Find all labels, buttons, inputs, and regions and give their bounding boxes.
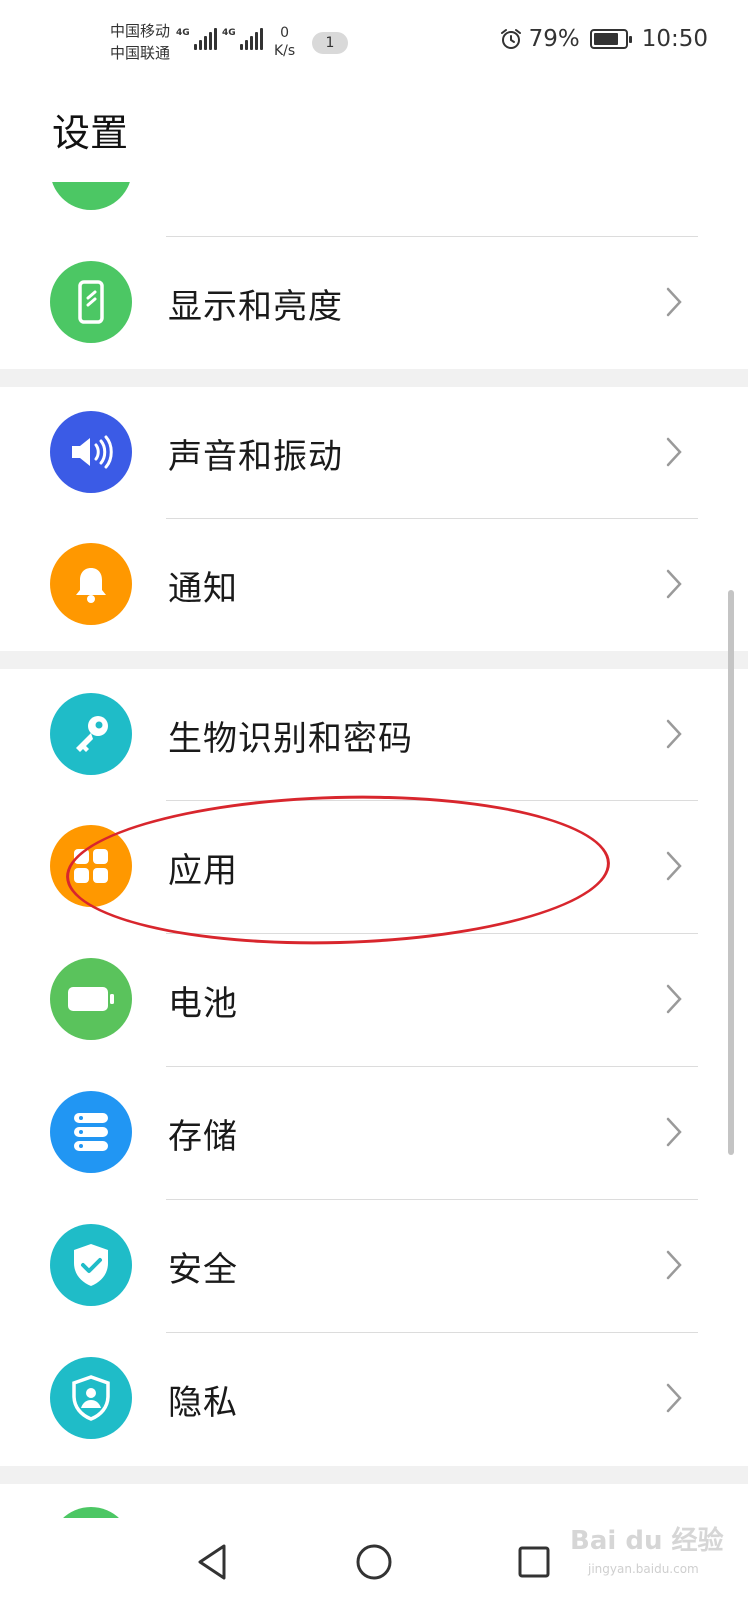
chevron-right-icon xyxy=(666,984,682,1014)
section-gap xyxy=(0,1466,748,1484)
speaker-icon xyxy=(50,411,132,493)
scrollbar[interactable] xyxy=(728,590,734,1155)
battery-icon xyxy=(50,958,132,1040)
settings-item-storage[interactable]: 存储 xyxy=(0,1067,748,1197)
signal-icon-2: 4G xyxy=(222,28,263,50)
carrier-2: 中国联通 xyxy=(110,44,171,62)
carrier-info: 中国移动 中国联通 xyxy=(110,20,170,64)
alarm-icon xyxy=(500,29,521,49)
speed-unit: K/s xyxy=(274,43,296,59)
settings-item-label: 安全 xyxy=(168,1250,238,1290)
back-icon xyxy=(198,1544,226,1580)
key-icon xyxy=(50,693,132,775)
network-type-1: 4G xyxy=(176,28,190,38)
chevron-right-icon xyxy=(666,1383,682,1413)
back-button[interactable] xyxy=(188,1538,236,1586)
settings-item-display[interactable]: 显示和亮度 xyxy=(0,237,748,367)
battery-status-icon xyxy=(589,29,632,49)
battery-percent: 79% xyxy=(528,26,580,52)
chevron-right-icon xyxy=(666,1117,682,1147)
settings-item-label: 应用 xyxy=(168,851,238,891)
home-icon xyxy=(356,1544,392,1580)
network-speed: 0 K/s xyxy=(274,24,295,60)
display-icon xyxy=(50,261,132,343)
chevron-right-icon xyxy=(666,719,682,749)
recents-icon xyxy=(518,1546,550,1578)
settings-item-notifications[interactable]: 通知 xyxy=(0,519,748,649)
bell-icon xyxy=(50,543,132,625)
home-button[interactable] xyxy=(350,1538,398,1586)
chevron-right-icon xyxy=(666,569,682,599)
settings-item-label: 显示和亮度 xyxy=(168,287,343,327)
shield-check-icon xyxy=(50,1224,132,1306)
settings-item-sound[interactable]: 声音和振动 xyxy=(0,387,748,517)
apps-grid-icon xyxy=(50,825,132,907)
chevron-right-icon xyxy=(666,1250,682,1280)
settings-item-label: 电池 xyxy=(168,984,238,1024)
settings-item-label: 生物识别和密码 xyxy=(168,719,413,759)
status-right: 79% 10:50 xyxy=(499,26,708,52)
settings-item-biometrics[interactable]: 生物识别和密码 xyxy=(0,669,748,799)
signal-icon-1: 4G xyxy=(176,28,217,50)
privacy-shield-icon xyxy=(50,1357,132,1439)
watermark-logo: Bai du 经验 xyxy=(570,1526,724,1556)
storage-icon xyxy=(50,1091,132,1173)
notification-badge: 1 xyxy=(312,32,348,54)
settings-item-label: 声音和振动 xyxy=(168,437,343,477)
settings-item-label: 通知 xyxy=(168,569,238,609)
chevron-right-icon xyxy=(666,851,682,881)
speed-value: 0 xyxy=(280,25,290,41)
section-gap xyxy=(0,651,748,669)
page-title-overlay: 设置 xyxy=(52,111,129,155)
settings-item-battery[interactable]: 电池 xyxy=(0,934,748,1064)
section-gap xyxy=(0,369,748,387)
chevron-right-icon xyxy=(666,437,682,467)
network-type-2: 4G xyxy=(222,28,236,38)
watermark-url: jingyan.baidu.com xyxy=(588,1562,699,1576)
clock: 10:50 xyxy=(641,26,708,52)
settings-item-apps[interactable]: 应用 xyxy=(0,801,748,931)
recents-button[interactable] xyxy=(510,1538,558,1586)
settings-item-label: 存储 xyxy=(168,1117,238,1157)
settings-item-label: 隐私 xyxy=(168,1383,238,1423)
chevron-right-icon xyxy=(666,287,682,317)
carrier-1: 中国移动 xyxy=(110,22,171,40)
status-bar: 中国移动 中国联通 4G 4G 0 K/s 1 79% 10:50 xyxy=(0,0,748,88)
settings-item-privacy[interactable]: 隐私 xyxy=(0,1333,748,1463)
settings-item-security[interactable]: 安全 xyxy=(0,1200,748,1330)
